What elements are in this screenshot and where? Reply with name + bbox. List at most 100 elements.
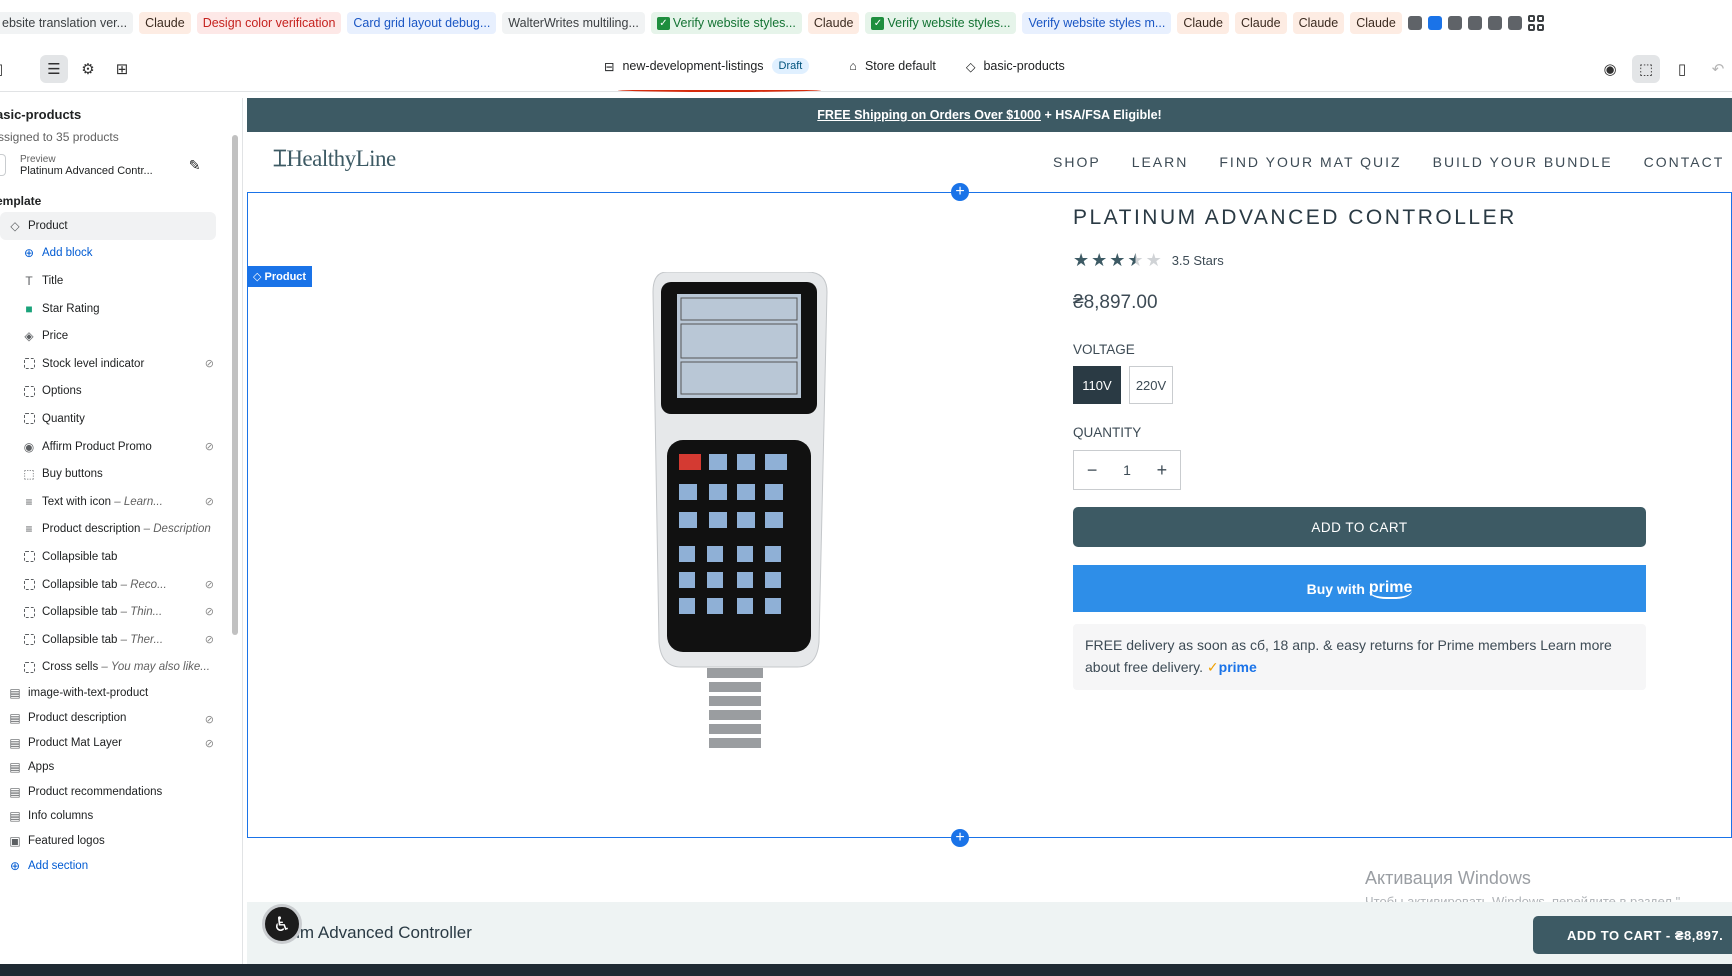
mobile-icon[interactable]: ▯ [1668,55,1696,83]
bookmark-item[interactable]: ✓ Verify website styles... [865,12,1017,34]
bookmark-item[interactable]: Claude [1292,12,1345,34]
sidebar-item[interactable]: ◈ Price [0,322,242,350]
eye-hidden-icon[interactable]: ⊘ [205,713,214,726]
quantity-value[interactable]: 1 [1123,462,1131,478]
sidebar-item[interactable]: ⊕ Add section [0,853,242,878]
sidebar-item[interactable]: Quantity [0,405,242,433]
add-section-bottom-icon[interactable]: + [951,829,969,847]
sections-icon[interactable]: ☰ [40,55,68,83]
sidebar-item[interactable]: Collapsible tab – Thin... ⊘ [0,598,242,626]
red-underline-annotation [618,88,821,92]
sidebar-item[interactable]: T Title [0,267,242,295]
bookmark-item[interactable]: Claude [1234,12,1287,34]
template-selector[interactable]: ⊟ new-development-listings Draft [604,58,810,74]
plus-icon[interactable]: + [1157,460,1168,481]
section-icon: ▤ [9,735,21,750]
template-section-label: emplate [0,194,42,208]
sidebar-item[interactable]: Collapsible tab [0,543,242,571]
product-image[interactable] [647,272,832,782]
nav-item[interactable]: FIND YOUR MAT QUIZ [1219,154,1401,170]
minus-icon[interactable]: − [1087,460,1098,481]
eye-hidden-icon[interactable]: ⊘ [205,440,214,453]
nav-item[interactable]: LEARN [1132,154,1189,170]
apps-grid-icon[interactable] [1527,15,1544,31]
store-selector[interactable]: ⌂ Store default [849,59,935,73]
sidebar-item[interactable]: ⊕ Add block [0,240,242,268]
accessibility-icon[interactable]: ♿ [262,904,302,944]
product-price: ₴8,897.00 [1073,292,1158,313]
eye-hidden-icon[interactable]: ⊘ [205,605,214,618]
sidebar-item[interactable]: ▤ Product Mat Layer ⊘ [0,730,242,755]
checkbox-icon: ✓ [656,16,670,30]
announcement-link[interactable]: FREE Shipping on Orders Over $1000 [817,108,1041,122]
sidebar-item[interactable]: Collapsible tab – Ther... ⊘ [0,626,242,654]
bookmark-favicon-icon[interactable] [1487,16,1502,30]
sidebar-item[interactable]: ▤ Apps [0,755,242,780]
buy-with-prime-button[interactable]: Buy with prime [1073,565,1646,612]
inspector-icon[interactable]: ⬚ [1632,55,1660,83]
sidebar-item[interactable]: Collapsible tab – Reco... ⊘ [0,571,242,599]
half-star-icon: ★ [1127,250,1144,270]
sidebar-item[interactable]: Cross sells – You may also like... [0,654,242,682]
bookmark-item[interactable]: ✓ Verify website styles... [650,12,802,34]
bookmark-item[interactable]: ebsite translation ver... [0,12,134,34]
product-template-selector[interactable]: ◇ basic-products [966,59,1065,74]
nav-item[interactable]: CONTACT [1644,154,1725,170]
voltage-label: VOLTAGE [1073,342,1135,357]
bookmark-item[interactable]: Verify website styles m... [1022,12,1172,34]
bookmark-item[interactable]: WalterWrites multiling... [502,12,645,34]
voltage-option-110v[interactable]: 110V [1073,366,1121,404]
sidebar-item[interactable]: ≡ Text with icon – Learn... ⊘ [0,488,242,516]
lines-icon: ≡ [25,494,33,509]
bookmark-favicon-icon[interactable] [1407,16,1422,30]
sidebar-item-label: Collapsible tab [42,606,118,619]
voltage-option-220v[interactable]: 220V [1129,366,1173,404]
sidebar-item-label: Collapsible tab [42,550,118,563]
eye-hidden-icon[interactable]: ⊘ [205,357,214,370]
bookmark-favicon-icon[interactable] [1447,16,1462,30]
sidebar-item[interactable]: ◇ Product [0,212,216,240]
sidebar-item[interactable]: Options [0,378,242,406]
bookmark-item[interactable]: Claude [1177,12,1229,34]
sidebar-item[interactable]: ▤ Info columns [0,804,242,829]
edit-pencil-icon[interactable]: ✎ [189,157,201,174]
bookmark-item[interactable]: Card grid layout debug... [347,12,497,34]
sidebar-item[interactable]: Stock level indicator ⊘ [0,350,242,378]
store-logo[interactable]: ⌶HealthyLine [273,146,396,172]
sidebar-item[interactable]: ▤ Product recommendations [0,779,242,804]
apps-icon[interactable]: ⊞ [108,55,136,83]
bookmark-favicon-icon[interactable] [1467,16,1482,30]
sidebar-item[interactable]: ⬚ Buy buttons [0,460,242,488]
sidebar-item[interactable]: ▣ Featured logos [0,829,242,854]
sidebar-scrollbar[interactable] [232,135,238,635]
sidebar-item[interactable]: ■ Star Rating [0,295,242,323]
eye-hidden-icon[interactable]: ⊘ [205,578,214,591]
bookmark-item[interactable]: Claude [807,12,860,34]
eye-hidden-icon[interactable]: ⊘ [205,737,214,750]
product-section-tag[interactable]: ◇ Product [247,266,313,287]
preview-eye-icon[interactable]: ◉ [1596,55,1624,83]
bookmark-item[interactable]: Claude [1350,12,1402,34]
sidebar-item-label: Collapsible tab [42,578,118,591]
add-section-top-icon[interactable]: + [951,183,969,201]
sidebar-item[interactable]: ▤ Product description ⊘ [0,706,242,731]
nav-item[interactable]: BUILD YOUR BUNDLE [1433,154,1613,170]
bookmark-item[interactable]: Design color verification [196,12,342,34]
sidebar-item[interactable]: ◉ Affirm Product Promo ⊘ [0,433,242,461]
eye-hidden-icon[interactable]: ⊘ [205,495,214,508]
undo-icon[interactable]: ↶ [1704,55,1732,83]
sidebar-toggle-icon[interactable]: ▯ [0,55,4,83]
sidebar-item[interactable]: ▤ image-with-text-product [0,681,242,706]
add-to-cart-button[interactable]: ADD TO CART [1073,507,1646,547]
bookmark-favicon-icon[interactable] [1427,16,1442,30]
gear-icon[interactable]: ⚙ [74,55,102,83]
star-rating[interactable]: ★ ★ ★ ★ ★ 3.5 Stars [1073,250,1224,271]
bookmark-favicon-icon[interactable] [1507,16,1522,30]
sticky-add-to-cart-button[interactable]: ADD TO CART - ₴8,897. [1533,916,1732,954]
sidebar-item[interactable]: ≡ Product description – Description [0,516,242,544]
nav-item[interactable]: SHOP [1053,154,1101,170]
bookmark-item[interactable]: Claude [139,12,191,34]
preview-selector[interactable]: Preview Platinum Advanced Contr... ✎ [0,152,242,178]
star-icon: ★ [1109,250,1126,270]
eye-hidden-icon[interactable]: ⊘ [205,633,214,646]
